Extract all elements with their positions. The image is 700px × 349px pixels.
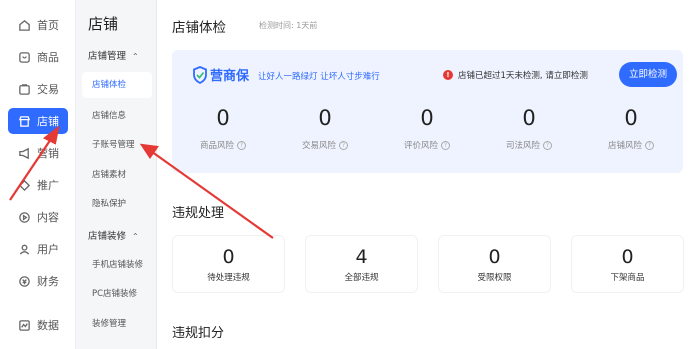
home-icon xyxy=(17,18,31,32)
nav-item-finance[interactable]: 财务 xyxy=(8,268,68,294)
card-value: 0 xyxy=(488,246,501,268)
risk-review: 0 评价风险? xyxy=(376,104,478,151)
product-icon xyxy=(17,50,31,64)
help-icon[interactable]: ? xyxy=(441,140,450,150)
risk-value: 0 xyxy=(522,106,536,130)
risk-label: 评价风险 xyxy=(403,141,438,151)
check-time: 检测时间: 1天前 xyxy=(259,21,318,30)
help-icon[interactable]: ? xyxy=(645,140,654,150)
menu-item-pc-decor[interactable]: PC店铺装修 xyxy=(82,281,152,307)
nav-item-promotion[interactable]: 推广 xyxy=(8,172,68,198)
help-icon[interactable]: ? xyxy=(339,140,348,150)
risk-label: 交易风险 xyxy=(301,141,336,151)
shop-submenu: 店铺 店铺管理 ⌃ 店铺体检 店铺信息 子账号管理 店铺素材 隐私保护 店铺装修 ⌃… xyxy=(76,0,157,349)
shield-check-icon xyxy=(193,65,207,84)
brand-name: 营商保 xyxy=(210,69,250,84)
alert-icon: ! xyxy=(443,70,453,80)
nav-item-home[interactable]: 首页 xyxy=(8,12,68,38)
risk-value: 0 xyxy=(318,106,332,130)
menu-item-privacy[interactable]: 隐私保护 xyxy=(82,191,152,217)
menu-item-mobile-decor[interactable]: 手机店铺装修 xyxy=(82,252,152,278)
nav-label: 交易 xyxy=(37,83,59,96)
user-icon xyxy=(17,242,31,256)
nav-label: 商品 xyxy=(37,51,59,64)
nav-label: 数据 xyxy=(37,319,59,332)
help-icon[interactable]: ? xyxy=(237,140,246,150)
violation-card-delisted[interactable]: 0 下架商品 xyxy=(571,235,684,293)
nav-item-trade[interactable]: 交易 xyxy=(8,76,68,102)
menu-item-shop-info[interactable]: 店铺信息 xyxy=(82,103,152,129)
nav-label: 营销 xyxy=(37,147,59,160)
promotion-icon xyxy=(17,178,31,192)
group-shop-decoration[interactable]: 店铺装修 ⌃ xyxy=(88,228,139,242)
card-label: 待处理违规 xyxy=(207,273,250,283)
nav-item-user[interactable]: 用户 xyxy=(8,236,68,262)
nav-item-data[interactable]: 数据 xyxy=(8,312,68,338)
marketing-icon xyxy=(17,146,31,160)
risk-label: 店铺风险 xyxy=(607,141,642,151)
nav-item-marketing[interactable]: 营销 xyxy=(8,140,68,166)
content-icon xyxy=(17,210,31,224)
violation-card-all[interactable]: 4 全部违规 xyxy=(305,235,418,293)
trade-icon xyxy=(17,82,31,96)
card-value: 4 xyxy=(355,246,368,268)
card-value: 0 xyxy=(222,246,235,268)
nav-label: 店铺 xyxy=(37,115,59,128)
risk-judicial: 0 司法风险? xyxy=(478,104,580,151)
risk-label: 司法风险 xyxy=(505,141,540,151)
submenu-title: 店铺 xyxy=(88,15,119,33)
group-label: 店铺装修 xyxy=(88,231,127,242)
menu-item-shop-material[interactable]: 店铺素材 xyxy=(82,162,152,188)
data-icon xyxy=(17,318,31,332)
risk-label: 商品风险 xyxy=(199,141,234,151)
group-label: 店铺管理 xyxy=(88,51,127,62)
risk-value: 0 xyxy=(420,106,434,130)
brand-logo: 营商保 xyxy=(192,65,249,84)
menu-item-shop-checkup[interactable]: 店铺体检 xyxy=(82,72,152,98)
card-label: 受限权限 xyxy=(477,273,512,283)
nav-label: 财务 xyxy=(37,275,59,288)
card-label: 下架商品 xyxy=(610,273,645,283)
nav-item-shop[interactable]: 店铺 xyxy=(8,108,68,134)
check-now-button[interactable]: 立即检测 xyxy=(619,62,677,87)
finance-icon xyxy=(17,274,31,288)
brand-slogan: 让好人一路绿灯 让坏人寸步难行 xyxy=(258,72,380,82)
violation-section-title: 违规处理 xyxy=(172,206,225,221)
card-label: 全部违规 xyxy=(344,273,379,283)
risk-value: 0 xyxy=(216,106,230,130)
nav-item-content[interactable]: 内容 xyxy=(8,204,68,230)
violation-card-restricted[interactable]: 0 受限权限 xyxy=(438,235,551,293)
page-title: 店铺体检 xyxy=(172,20,226,36)
checkup-panel: 营商保 让好人一路绿灯 让坏人寸步难行 ! 店铺已超过1天未检测, 请立即检测 … xyxy=(172,50,683,173)
risk-value: 0 xyxy=(624,106,638,130)
main-nav: 首页 商品 交易 店铺 营销 推广 内容 用户 财务 数据 xyxy=(0,0,76,349)
risk-product: 0 商品风险? xyxy=(172,104,274,151)
nav-label: 内容 xyxy=(37,211,59,224)
main-content: 店铺体检 检测时间: 1天前 营商保 让好人一路绿灯 让坏人寸步难行 ! 店铺已… xyxy=(157,0,700,349)
risk-shop: 0 店铺风险? xyxy=(580,104,682,151)
chevron-up-icon: ⌃ xyxy=(132,52,139,61)
risk-trade: 0 交易风险? xyxy=(274,104,376,151)
menu-item-subaccount[interactable]: 子账号管理 xyxy=(82,132,152,158)
chevron-up-icon: ⌃ xyxy=(132,232,139,241)
shop-icon xyxy=(17,114,31,128)
check-warning: ! 店铺已超过1天未检测, 请立即检测 xyxy=(443,69,588,81)
help-icon[interactable]: ? xyxy=(543,140,552,150)
group-shop-management[interactable]: 店铺管理 ⌃ xyxy=(88,48,139,62)
nav-label: 推广 xyxy=(37,179,59,192)
nav-label: 用户 xyxy=(37,243,59,256)
card-value: 0 xyxy=(621,246,634,268)
nav-item-product[interactable]: 商品 xyxy=(8,44,68,70)
warning-text: 店铺已超过1天未检测, 请立即检测 xyxy=(458,71,588,81)
nav-label: 首页 xyxy=(37,19,59,32)
menu-item-decor-manage[interactable]: 装修管理 xyxy=(82,311,152,337)
deduction-section-title: 违规扣分 xyxy=(172,326,225,341)
violation-card-pending[interactable]: 0 待处理违规 xyxy=(172,235,285,293)
